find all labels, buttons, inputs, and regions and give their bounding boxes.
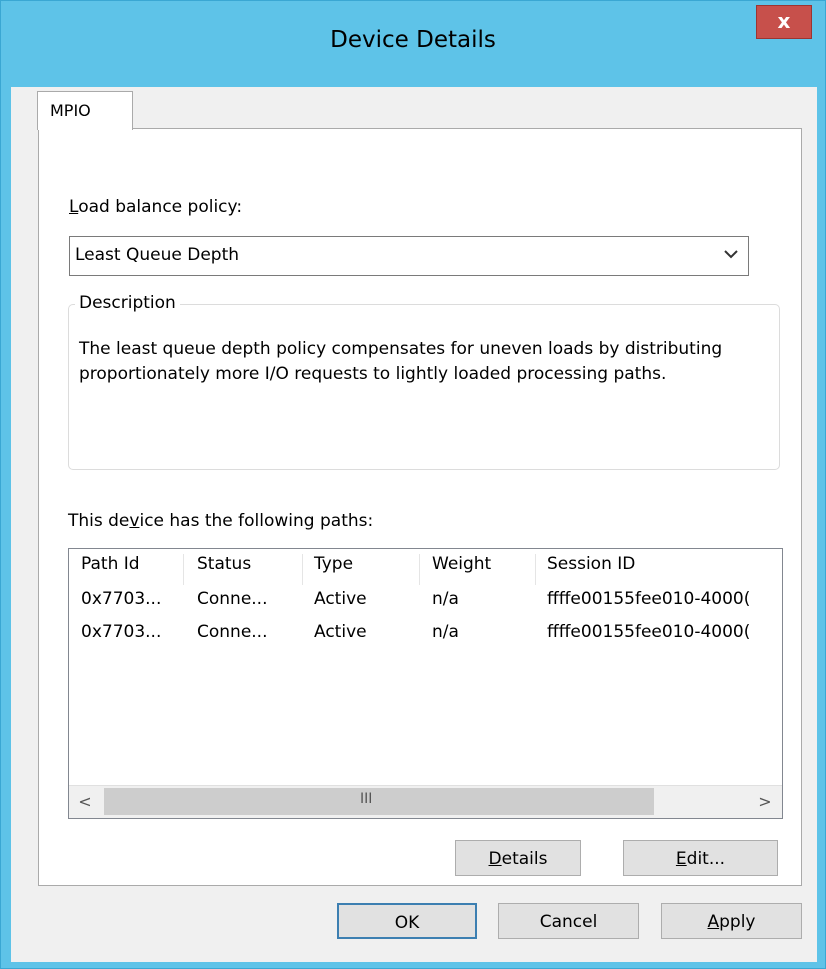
- title-bar[interactable]: Device Details x: [1, 1, 825, 87]
- cell-type: Active: [314, 589, 367, 609]
- tab-mpio[interactable]: MPIO: [37, 91, 133, 130]
- column-header-session-id[interactable]: Session ID: [547, 554, 635, 574]
- apply-accel: A: [707, 912, 720, 932]
- scroll-right-button[interactable]: >: [749, 786, 781, 818]
- table-row[interactable]: 0x7703... Conne... Active n/a ffffe00155…: [69, 589, 782, 619]
- description-text: The least queue depth policy compensates…: [79, 339, 723, 384]
- description-groupbox: Description The least queue depth policy…: [68, 293, 780, 470]
- paths-label-b: ice has the following paths:: [139, 511, 374, 531]
- cell-status: Conne...: [197, 622, 268, 642]
- paths-list-header: Path Id Status Type Weight Session ID: [69, 549, 782, 585]
- mpio-tab-panel: Load balance policy: Least Queue Depth D…: [38, 128, 802, 886]
- load-balance-policy-value: Least Queue Depth: [75, 245, 240, 265]
- column-header-status[interactable]: Status: [197, 554, 251, 574]
- cell-weight: n/a: [432, 589, 459, 609]
- details-label: etails: [501, 849, 548, 869]
- paths-label: This device has the following paths:: [68, 511, 373, 531]
- cell-path-id: 0x7703...: [81, 622, 162, 642]
- scroll-left-button[interactable]: <: [69, 786, 101, 818]
- device-details-window: Device Details x MPIO Load balance polic…: [0, 0, 826, 969]
- description-title: Description: [75, 293, 180, 313]
- details-accel: D: [488, 849, 502, 869]
- tab-mpio-label: MPIO: [50, 101, 91, 120]
- column-header-weight[interactable]: Weight: [432, 554, 491, 574]
- paths-label-accel: v: [129, 511, 140, 531]
- column-divider[interactable]: [419, 554, 420, 585]
- chevron-down-icon: [724, 245, 738, 263]
- paths-list[interactable]: Path Id Status Type Weight Session ID 0x…: [68, 548, 783, 819]
- column-divider[interactable]: [183, 554, 184, 585]
- scrollbar-thumb[interactable]: III: [104, 788, 654, 815]
- cell-status: Conne...: [197, 589, 268, 609]
- column-divider[interactable]: [302, 554, 303, 585]
- cancel-button[interactable]: Cancel: [498, 903, 639, 939]
- dialog-client-area: MPIO Load balance policy: Least Queue De…: [11, 87, 817, 962]
- cell-type: Active: [314, 622, 367, 642]
- cell-weight: n/a: [432, 622, 459, 642]
- load-balance-policy-label: Load balance policy:: [69, 197, 242, 217]
- cell-path-id: 0x7703...: [81, 589, 162, 609]
- cell-session-id: ffffe00155fee010-4000(: [547, 622, 751, 642]
- table-row[interactable]: 0x7703... Conne... Active n/a ffffe00155…: [69, 622, 782, 652]
- window-title: Device Details: [330, 27, 496, 53]
- details-button[interactable]: Details: [455, 840, 581, 876]
- edit-button[interactable]: Edit...: [623, 840, 778, 876]
- load-balance-label-accel: L: [69, 197, 79, 217]
- grip-icon: III: [360, 791, 373, 807]
- column-divider[interactable]: [535, 554, 536, 585]
- column-header-path-id[interactable]: Path Id: [81, 554, 140, 574]
- paths-label-a: This de: [68, 511, 130, 531]
- horizontal-scrollbar[interactable]: < III >: [69, 785, 782, 818]
- load-balance-policy-select[interactable]: Least Queue Depth: [69, 236, 749, 276]
- ok-button[interactable]: OK: [337, 903, 477, 939]
- edit-label: dit...: [686, 849, 726, 869]
- cell-session-id: ffffe00155fee010-4000(: [547, 589, 751, 609]
- apply-button[interactable]: Apply: [661, 903, 802, 939]
- load-balance-label-text: oad balance policy:: [78, 197, 243, 217]
- close-button[interactable]: x: [756, 5, 812, 39]
- column-header-type[interactable]: Type: [314, 554, 353, 574]
- edit-accel: E: [675, 849, 687, 869]
- apply-label: pply: [719, 912, 756, 932]
